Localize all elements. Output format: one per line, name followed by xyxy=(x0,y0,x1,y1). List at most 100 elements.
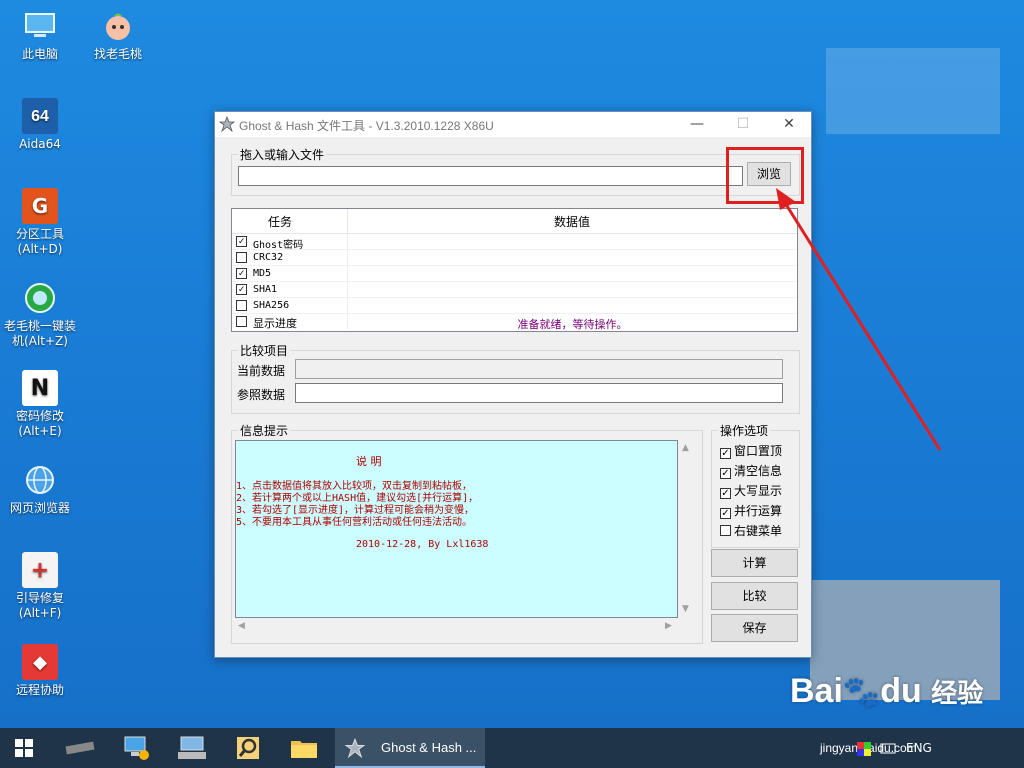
taskbar-app-label: Ghost & Hash ... xyxy=(381,740,477,755)
taskbar-memory-icon[interactable] xyxy=(56,728,104,768)
compare-button[interactable]: 比较 xyxy=(711,582,798,610)
option-label: 右键菜单 xyxy=(734,524,783,538)
current-data-label: 当前数据 xyxy=(237,364,286,378)
taskbar-active-ghost-hash[interactable]: Ghost & Hash ... xyxy=(335,728,485,768)
desktop-icon-label: 分区工具 xyxy=(15,227,64,241)
desktop-icon-shortcut: 机(Alt+Z) xyxy=(12,334,68,348)
browser-icon xyxy=(22,462,58,498)
app-window: Ghost & Hash 文件工具 - V1.3.2010.1228 X86U … xyxy=(214,111,812,658)
scroll-left-icon[interactable]: ◀ xyxy=(238,621,245,631)
tray-color-icon[interactable] xyxy=(857,728,871,768)
partition-tool-icon: G xyxy=(22,188,58,224)
list-row-sha1[interactable]: ✓ SHA1 xyxy=(232,282,797,298)
option-checkbox[interactable]: ✓ xyxy=(720,508,731,519)
pixelated-region xyxy=(826,48,1000,134)
info-line: 5、不要用本工具从事任何营利活动或任何违法活动。 xyxy=(236,517,473,528)
hash-task-list: 任务 数据值 ✓ Ghost密码 CRC32 ✓ MD5 ✓ SHA1 SHA2… xyxy=(231,208,798,332)
option-checkbox[interactable] xyxy=(720,525,731,536)
info-vertical-scrollbar[interactable]: ▲ ▼ xyxy=(678,440,695,618)
scroll-right-icon[interactable]: ▶ xyxy=(665,621,672,631)
jingyan-text: 经验 xyxy=(931,678,984,708)
desktop-icon-label: 此电脑 xyxy=(21,47,58,61)
baidu-watermark-logo: Bai🐾du 经验 xyxy=(790,672,983,711)
app-icon xyxy=(218,115,236,133)
task-checkbox[interactable]: ✓ xyxy=(236,268,247,279)
task-checkbox[interactable]: ✓ xyxy=(236,284,247,295)
list-row-md5[interactable]: ✓ MD5 xyxy=(232,266,797,282)
status-message: 准备就绪，等待操作。 xyxy=(517,318,628,331)
task-label: SHA256 xyxy=(253,300,290,311)
desktop-icon-label: 密码修改 xyxy=(15,409,64,423)
scroll-down-icon[interactable]: ▼ xyxy=(682,604,689,614)
start-button[interactable] xyxy=(0,728,48,768)
password-icon: N xyxy=(22,370,58,406)
desktop-icon-label: 网页浏览器 xyxy=(9,501,70,515)
option-checkbox[interactable]: ✓ xyxy=(720,468,731,479)
task-label: MD5 xyxy=(253,268,272,279)
option-context-menu[interactable]: 右键菜单 xyxy=(720,522,782,539)
option-parallel[interactable]: ✓ 并行运算 xyxy=(720,502,782,519)
info-group-legend: 信息提示 xyxy=(240,424,289,438)
aida64-icon: 64 xyxy=(22,98,58,134)
option-label: 大写显示 xyxy=(734,484,783,498)
baidu-text: Bai xyxy=(790,672,843,710)
save-button[interactable]: 保存 xyxy=(711,614,798,642)
desktop-icon-label: 老毛桃一键装 xyxy=(3,319,76,333)
column-header-task[interactable]: 任务 xyxy=(268,213,292,230)
taskbar-keyboard-icon[interactable] xyxy=(168,728,216,768)
info-text-area[interactable]: 说 明 1、点击数据值将其放入比较项，双击复制到粘帖板， 2、若计算两个或以上H… xyxy=(235,440,678,618)
desktop-icon-label: Aida64 xyxy=(19,137,61,151)
maximize-button[interactable]: ☐ xyxy=(720,112,766,137)
list-row-crc32[interactable]: CRC32 xyxy=(232,250,797,266)
current-data-field[interactable] xyxy=(295,359,783,379)
desktop-icon-partition[interactable]: G 分区工具 (Alt+D) xyxy=(0,188,80,257)
tray-network-icon[interactable] xyxy=(880,728,896,768)
language-indicator[interactable]: ENG xyxy=(906,728,932,768)
task-label: SHA1 xyxy=(253,284,278,295)
desktop-icon-install[interactable]: 老毛桃一键装 机(Alt+Z) xyxy=(0,280,80,349)
list-header: 任务 数据值 xyxy=(232,209,797,234)
baidu-text2: du xyxy=(880,672,922,710)
boot-repair-icon: + xyxy=(22,552,58,588)
windows-logo-icon xyxy=(15,739,33,757)
task-checkbox[interactable] xyxy=(236,300,247,311)
desktop-icon-aida64[interactable]: 64 Aida64 xyxy=(0,98,80,152)
minimize-button[interactable]: — xyxy=(674,112,720,137)
desktop-icon-shortcut: (Alt+F) xyxy=(18,606,62,620)
file-path-input[interactable] xyxy=(238,166,743,186)
column-header-value[interactable]: 数据值 xyxy=(554,213,590,230)
reference-data-label: 参照数据 xyxy=(237,388,286,402)
desktop-icon-computer[interactable]: 此电脑 xyxy=(0,8,80,62)
desktop-icon-label: 远程协助 xyxy=(15,683,64,697)
list-row-show-progress[interactable]: 显示进度 准备就绪，等待操作。 xyxy=(232,314,797,331)
desktop-icon-remote[interactable]: ◆ 远程协助 xyxy=(0,644,80,698)
window-title: Ghost & Hash 文件工具 - V1.3.2010.1228 X86U xyxy=(239,119,494,133)
desktop-icon-find-laomaotao[interactable]: 找老毛桃 xyxy=(78,8,158,62)
file-group-legend: 拖入或输入文件 xyxy=(240,148,325,162)
reference-data-field[interactable] xyxy=(295,383,783,403)
remote-assist-icon: ◆ xyxy=(22,644,58,680)
paw-icon: 🐾 xyxy=(842,676,881,709)
taskbar-search-icon[interactable] xyxy=(224,728,272,768)
task-label: CRC32 xyxy=(253,252,284,263)
calculate-button[interactable]: 计算 xyxy=(711,549,798,577)
scroll-up-icon[interactable]: ▲ xyxy=(682,443,689,453)
option-checkbox[interactable]: ✓ xyxy=(720,448,731,459)
desktop-icon-shortcut: (Alt+D) xyxy=(17,242,63,256)
taskbar-network-icon[interactable] xyxy=(112,728,160,768)
option-uppercase[interactable]: ✓ 大写显示 xyxy=(720,482,782,499)
annotation-arrow xyxy=(776,188,942,451)
task-checkbox[interactable] xyxy=(236,252,247,263)
task-checkbox[interactable] xyxy=(236,316,247,327)
list-row-sha256[interactable]: SHA256 xyxy=(232,298,797,314)
desktop-icon-boot-repair[interactable]: + 引导修复 (Alt+F) xyxy=(0,552,80,621)
info-horizontal-scrollbar[interactable]: ◀ ▶ xyxy=(235,618,678,635)
task-checkbox[interactable]: ✓ xyxy=(236,236,247,247)
close-button[interactable]: ✕ xyxy=(766,112,812,137)
title-bar[interactable]: Ghost & Hash 文件工具 - V1.3.2010.1228 X86U … xyxy=(215,112,811,137)
desktop-icon-password[interactable]: N 密码修改 (Alt+E) xyxy=(0,370,80,439)
taskbar-folder-icon[interactable] xyxy=(280,728,328,768)
desktop-icon-browser[interactable]: 网页浏览器 xyxy=(0,462,80,516)
option-checkbox[interactable]: ✓ xyxy=(720,488,731,499)
list-row-ghost-password[interactable]: ✓ Ghost密码 xyxy=(232,234,797,251)
